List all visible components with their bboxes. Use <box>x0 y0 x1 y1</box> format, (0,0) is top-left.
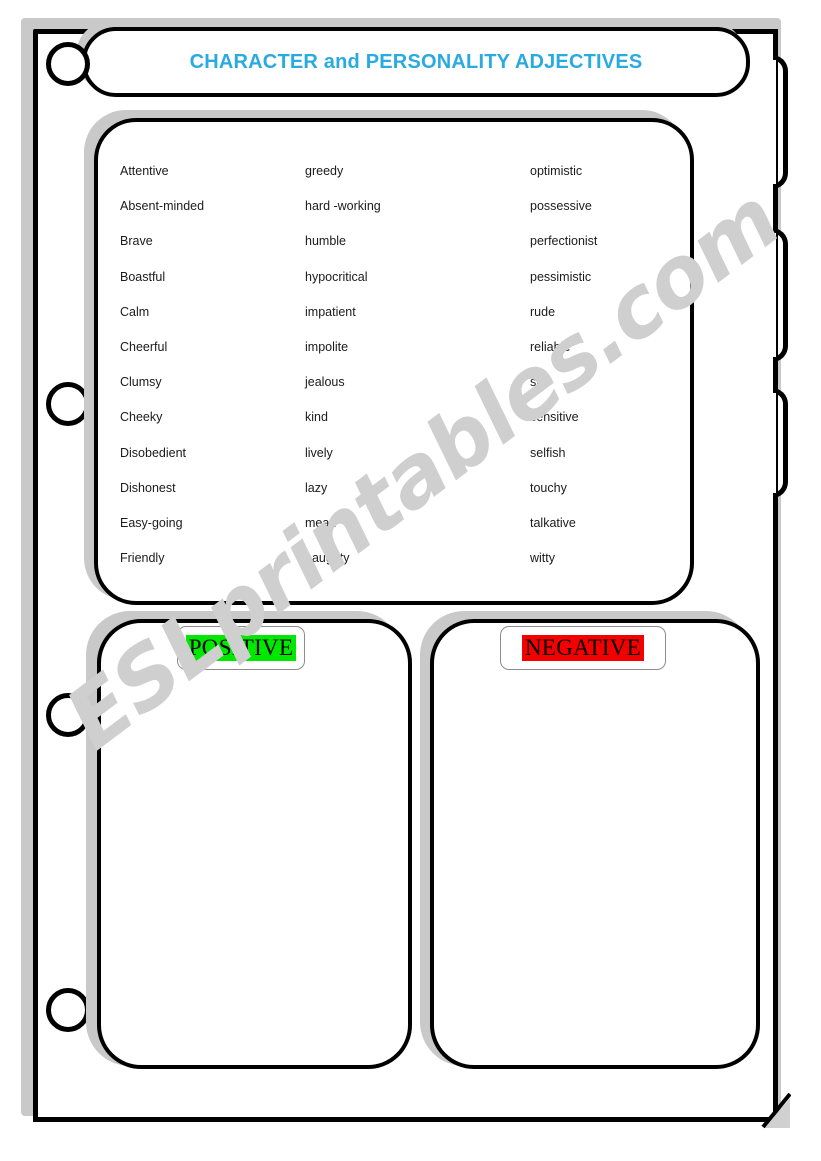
index-tab-notch-2 <box>770 233 776 357</box>
word-cell: perfectionist <box>530 234 598 249</box>
word-cell: witty <box>530 551 555 566</box>
word-cell: touchy <box>530 480 567 495</box>
binder-hole-3 <box>46 693 90 737</box>
word-list-grid: Attentive greedy optimistic Absent-minde… <box>94 118 694 605</box>
positive-label: POSITIVE <box>185 635 297 661</box>
word-cell: optimistic <box>530 164 583 178</box>
page-title: CHARACTER and PERSONALITY ADJECTIVES <box>189 50 643 73</box>
negative-label: NEGATIVE <box>521 635 645 661</box>
positive-label-frame: POSITIVE <box>177 626 305 670</box>
word-row: Disobedient lively selfish <box>94 446 694 481</box>
word-cell: sensitive <box>530 410 579 425</box>
word-cell: Absent-minded <box>120 199 205 214</box>
word-row: Brave humble perfectionist <box>94 234 694 269</box>
word-cell: kind <box>305 410 328 425</box>
word-cell: Dishonest <box>120 480 176 495</box>
worksheet-page: CHARACTER and PERSONALITY ADJECTIVES Att… <box>0 0 821 1161</box>
binder-hole-1 <box>46 42 90 86</box>
word-cell: Brave <box>120 234 153 249</box>
word-row: Attentive greedy optimistic <box>94 164 694 199</box>
word-cell: pessimistic <box>530 269 592 284</box>
word-cell: Disobedient <box>120 445 187 460</box>
word-row: Easy-going mean talkative <box>94 516 694 551</box>
word-cell: talkative <box>530 515 576 530</box>
word-row: Cheerful impolite reliable <box>94 340 694 375</box>
word-cell: shy <box>530 375 550 390</box>
page-corner-fold-line <box>761 1093 791 1129</box>
binder-hole-4 <box>46 988 90 1032</box>
word-row: Friendly naughty witty <box>94 551 694 586</box>
word-cell: impolite <box>305 339 349 354</box>
word-cell: humble <box>305 234 346 249</box>
index-tab-notch-3 <box>770 393 776 493</box>
word-cell: Cheerful <box>120 339 168 354</box>
word-cell: Attentive <box>120 164 169 178</box>
word-cell: greedy <box>305 164 344 178</box>
negative-label-frame: NEGATIVE <box>500 626 666 670</box>
index-tab-notch-1 <box>770 60 776 184</box>
word-cell: mean <box>305 515 337 530</box>
word-row: Calm impatient rude <box>94 305 694 340</box>
word-cell: Easy-going <box>120 515 183 530</box>
word-row: Absent-minded hard -working possessive <box>94 199 694 234</box>
word-cell: naughty <box>305 551 350 566</box>
word-cell: rude <box>530 304 556 319</box>
word-cell: Calm <box>120 304 150 319</box>
word-row: Boastful hypocritical pessimistic <box>94 270 694 305</box>
word-cell: selfish <box>530 445 566 460</box>
positive-answer-box[interactable] <box>97 619 412 1069</box>
word-cell: Friendly <box>120 551 165 566</box>
word-cell: Cheeky <box>120 410 163 425</box>
word-cell: jealous <box>305 375 345 390</box>
word-cell: possessive <box>530 199 592 214</box>
word-row: Cheeky kind sensitive <box>94 410 694 445</box>
word-cell: Clumsy <box>120 375 162 390</box>
word-cell: hard -working <box>305 199 381 214</box>
word-cell: impatient <box>305 304 356 319</box>
word-cell: reliable <box>530 339 571 354</box>
word-cell: lively <box>305 445 333 460</box>
word-cell: lazy <box>305 480 328 495</box>
word-cell: Boastful <box>120 269 166 284</box>
word-row: Clumsy jealous shy <box>94 375 694 410</box>
word-row: Dishonest lazy touchy <box>94 481 694 516</box>
word-cell: hypocritical <box>305 269 368 284</box>
negative-answer-box[interactable] <box>430 619 760 1069</box>
